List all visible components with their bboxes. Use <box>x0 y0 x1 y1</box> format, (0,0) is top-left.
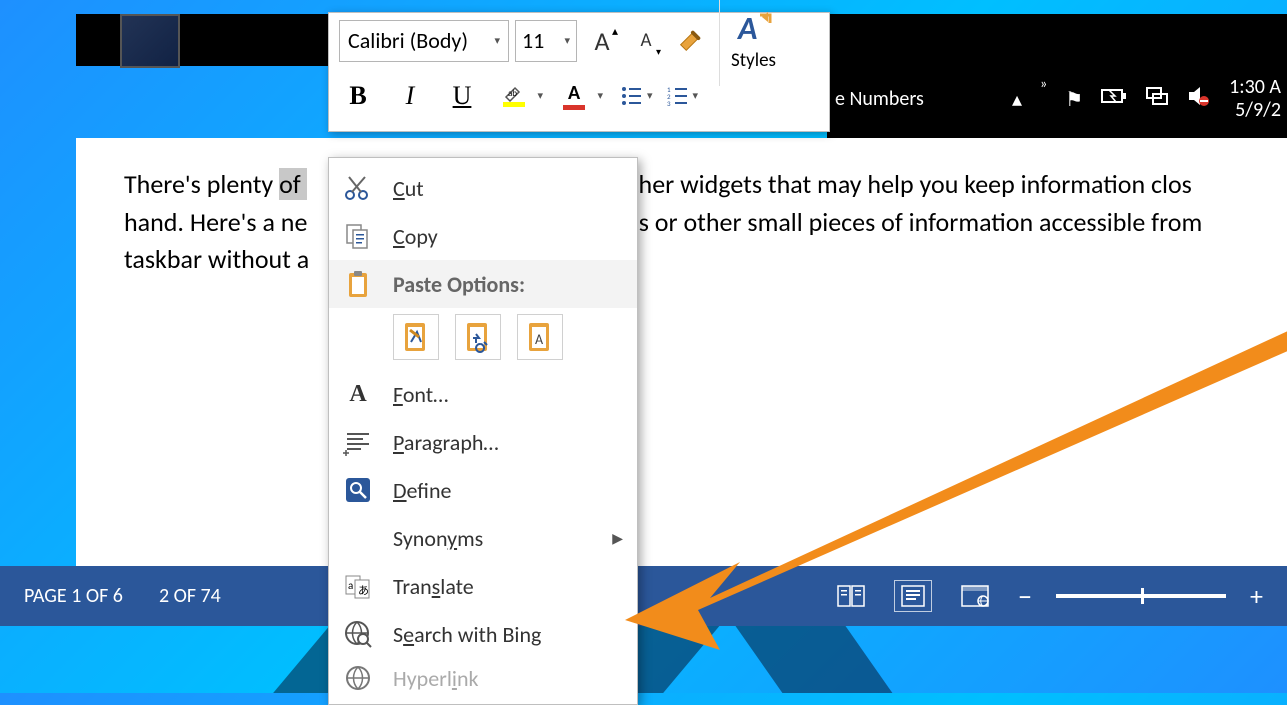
context-define[interactable]: DefineDefine <box>329 466 637 514</box>
context-search-bing[interactable]: Search with BingSearch with Bing <box>329 610 637 658</box>
print-layout-button[interactable] <box>894 580 932 612</box>
bullets-button[interactable]: ▾ <box>621 85 653 107</box>
mini-toolbar: Calibri (Body)▾ 11▾ A▴ A▾ A Styles B I U… <box>328 12 830 132</box>
copy-icon <box>343 221 373 251</box>
context-font[interactable]: A Font…Font… <box>329 370 637 418</box>
paste-keep-formatting[interactable] <box>393 314 439 360</box>
font-color-button[interactable]: A ▾ <box>555 75 593 117</box>
numbers-label: e Numbers <box>835 87 924 111</box>
font-name-select[interactable]: Calibri (Body)▾ <box>339 20 509 62</box>
battery-icon[interactable] <box>1101 86 1127 112</box>
grow-font-button[interactable]: A▴ <box>583 20 621 62</box>
word-count[interactable]: 2 OF 74 <box>159 584 221 608</box>
taskbar-fragment: e Numbers ▴ » ⚑ 1:30 A 5/9/2 <box>827 60 1287 138</box>
clock-time: 1:30 A <box>1229 76 1281 99</box>
window-thumbnail <box>120 14 180 68</box>
context-translate[interactable]: aあ TranslateTranslate <box>329 562 637 610</box>
svg-text:ab: ab <box>508 88 517 99</box>
context-menu: CuCutt CopyCopy Paste Options: A A Font…… <box>328 157 638 705</box>
font-size-select[interactable]: 11▾ <box>515 20 577 62</box>
translate-icon: aあ <box>343 571 373 601</box>
styles-button[interactable]: A Styles <box>719 0 779 86</box>
svg-text:A: A <box>736 9 757 47</box>
network-icon[interactable] <box>1145 86 1169 112</box>
context-paste-header: Paste Options: <box>329 260 637 308</box>
zoom-out-button[interactable]: − <box>1018 579 1032 614</box>
document-page[interactable]: There's plenty of d other widgets that m… <box>76 138 1287 566</box>
page-indicator[interactable]: PAGE 1 OF 6 <box>24 584 123 608</box>
document-text: There's plenty of d other widgets that m… <box>76 138 1287 307</box>
flag-icon[interactable]: ⚑ <box>1065 87 1083 112</box>
format-painter-button[interactable] <box>671 20 709 62</box>
read-mode-button[interactable] <box>832 580 870 612</box>
svg-text:a: a <box>348 579 353 592</box>
paragraph-icon <box>343 427 373 457</box>
font-a-icon: A <box>343 379 373 409</box>
status-bar: PAGE 1 OF 6 2 OF 74 − + <box>0 566 1287 626</box>
bold-button[interactable]: B <box>339 75 377 117</box>
svg-text:あ: あ <box>358 584 369 597</box>
context-synonyms[interactable]: SynonymsSynonyms ▶ <box>329 514 637 562</box>
scissors-icon <box>343 173 373 203</box>
context-copy[interactable]: CopyCopy <box>329 212 637 260</box>
web-layout-button[interactable] <box>956 580 994 612</box>
numbering-button[interactable]: 123 ▾ <box>667 85 699 107</box>
paste-merge-formatting[interactable] <box>455 314 501 360</box>
chevrons-icon[interactable]: » <box>1040 75 1047 92</box>
globe-link-icon <box>343 663 373 693</box>
context-cut[interactable]: CuCutt <box>329 164 637 212</box>
desktop-background <box>0 626 1287 693</box>
svg-text:A: A <box>535 331 544 348</box>
clock-date: 5/9/2 <box>1229 99 1281 122</box>
define-icon <box>343 475 373 505</box>
volume-muted-icon[interactable] <box>1187 85 1211 113</box>
zoom-in-button[interactable]: + <box>1250 580 1263 612</box>
zoom-slider[interactable] <box>1056 594 1226 598</box>
context-hyperlink[interactable]: HyperlinkHyperlink <box>329 658 637 698</box>
clipboard-icon <box>343 269 373 299</box>
italic-button[interactable]: I <box>391 75 429 117</box>
context-paragraph[interactable]: Paragraph…Paragraph… <box>329 418 637 466</box>
arrow-up-icon[interactable]: ▴ <box>1012 87 1022 112</box>
svg-text:3: 3 <box>667 99 671 107</box>
highlight-button[interactable]: ab ▾ <box>495 75 533 117</box>
paste-text-only[interactable]: A <box>517 314 563 360</box>
chevron-right-icon: ▶ <box>612 530 623 547</box>
paste-options-row: A <box>329 308 637 370</box>
shrink-font-button[interactable]: A▾ <box>627 20 665 62</box>
underline-button[interactable]: U <box>443 75 481 117</box>
globe-search-icon <box>343 619 373 649</box>
